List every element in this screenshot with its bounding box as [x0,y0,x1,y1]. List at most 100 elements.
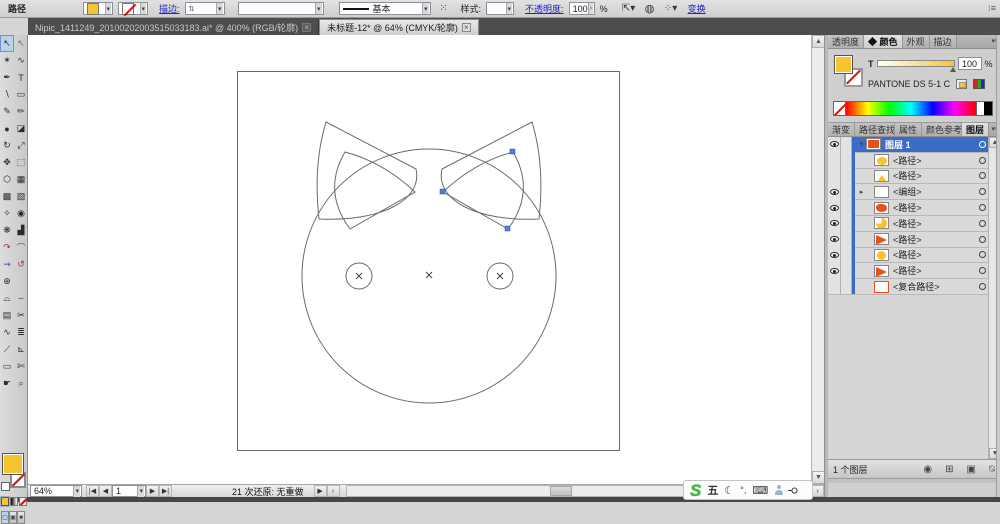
layer-name[interactable]: <路径> [893,154,922,167]
dock-group2-tab-1[interactable]: 渐变 [828,123,856,136]
fill-color-combo[interactable]: ▾ [83,2,114,15]
arc-tool[interactable]: ⌓ [0,290,14,307]
default-fill-stroke-icon[interactable] [1,482,10,491]
width-tool[interactable]: ✥ [0,154,14,171]
ime-keyboard-icon[interactable]: ⌨ [752,484,768,497]
opacity-value-box[interactable]: 100 › [568,2,595,15]
layer-row-4[interactable]: ▸ <编组> [828,183,1000,201]
target-circle-icon[interactable] [979,156,986,164]
layer-thumbnail[interactable] [874,233,889,246]
stroke-link[interactable]: 描边: [159,2,180,15]
perspective-selection-tool[interactable]: ⊕ [0,273,14,290]
target-circle-icon[interactable] [979,219,986,227]
lock-toggle[interactable] [841,137,852,153]
color-spectrum-bar[interactable] [833,101,993,116]
selected-anchor-points[interactable] [439,148,516,232]
grid-tool[interactable]: ▤ [0,307,14,324]
slice-select-tool[interactable]: ⇝ [0,256,14,273]
lock-toggle[interactable] [841,152,852,169]
visibility-toggle[interactable] [828,137,841,153]
visibility-toggle[interactable] [828,231,841,248]
zoom-tool[interactable]: ⌕ [14,375,28,392]
layer-row-9[interactable]: <路径> [828,262,1000,280]
slice-tool[interactable]: ⌒ [14,239,28,256]
eyedropper-tool[interactable]: ✧ [0,205,14,222]
layer-name[interactable]: <路径> [893,248,922,261]
spectrum-hue-ramp[interactable] [846,102,976,115]
lock-toggle[interactable] [841,278,852,295]
ime-halfmoon-icon[interactable]: ☾ [724,484,734,497]
previous-artboard-button[interactable]: ◀ [99,485,112,497]
mesh-tool[interactable]: ▩ [0,188,14,205]
direct-selection-tool[interactable]: ↖ [14,35,28,52]
type-tool[interactable]: T [14,69,28,86]
ime-mode-label[interactable]: 五 [707,482,718,498]
ruler-tool[interactable]: ⊾ [14,341,28,358]
fill-swatch[interactable] [2,453,24,475]
dock-group2-tab-4[interactable]: 颜色参考 [922,123,963,136]
free-transform-tool[interactable]: ⬚ [14,154,28,171]
stroke-color-swatch[interactable] [122,2,135,15]
brush-definition-combo[interactable]: 基本 ▾ [338,2,431,15]
isolate-selection-icon[interactable]: ⇱▾ [621,2,637,16]
artboard-tool-2[interactable]: ▭ [0,358,14,375]
spectrum-white-swatch[interactable] [976,102,984,115]
layer-name[interactable]: <路径> [893,201,922,214]
layer-row-8[interactable]: <路径> [828,247,1000,264]
stroke-weight-combo[interactable]: ⇅ ▾ [184,2,225,15]
tint-slider-handle[interactable] [949,67,956,72]
panel-fill-swatch[interactable] [834,55,853,74]
lasso-tool[interactable]: ∿ [14,52,28,69]
spectrum-none-swatch[interactable] [834,102,846,115]
visibility-toggle[interactable] [828,247,841,263]
visibility-toggle[interactable] [828,183,841,200]
layer-thumbnail[interactable] [866,138,881,151]
dock-group2-tab-5[interactable]: 图层 [962,123,990,136]
dock-group2-tab-3[interactable]: 属性 [895,123,923,136]
first-artboard-button[interactable]: |◀ [86,485,99,497]
ime-settings-wrench-icon[interactable]: ⚲ [787,486,800,494]
cat-right-ear-outer[interactable] [440,121,542,220]
horizontal-scrollbar-thumb[interactable] [550,486,573,496]
symbol-sprayer-tool[interactable]: ❋ [0,222,14,239]
target-circle-icon[interactable] [979,188,986,196]
layer-name[interactable]: <路径> [893,233,922,246]
opacity-link[interactable]: 不透明度: [525,2,564,15]
hand-tool[interactable]: ☛ [0,375,14,392]
target-circle-icon[interactable] [979,283,986,291]
layer-thumbnail[interactable] [874,264,889,277]
visibility-toggle[interactable] [828,199,841,216]
layer-row-6[interactable]: <路径> [828,215,1000,232]
lock-toggle[interactable] [841,199,852,216]
dock-group1-tab-1[interactable]: 透明度 [828,35,865,48]
layer-name[interactable]: <复合路径> [893,280,940,293]
document-tab-2[interactable]: 未标题-12* @ 64% (CMYK/轮廓) × [319,19,479,35]
color-mode-icon[interactable] [973,79,986,89]
layer-name[interactable]: <路径> [893,217,922,230]
hand-rotate-tool[interactable]: ↺ [14,256,28,273]
full-screen-menu-mode-button[interactable]: ▣ [9,511,17,524]
artboard-number-combo[interactable]: 1 ▾ [112,485,146,497]
ime-account-icon[interactable] [774,485,783,495]
cat-left-ear-outer[interactable] [316,121,418,220]
drawing-mode-icon[interactable]: ⁙ [436,2,452,16]
sogou-logo-icon[interactable]: S [690,482,701,499]
blend-tool[interactable]: ◉ [14,205,28,222]
tint-slider[interactable] [876,60,956,72]
flare-tool[interactable]: ≣ [14,324,28,341]
lock-toggle[interactable] [841,231,852,248]
warp-tool[interactable]: ∿ [0,324,14,341]
ime-punctuation-icon[interactable]: °, [740,485,746,495]
layer-thumbnail[interactable] [874,280,889,293]
visibility-toggle[interactable] [828,152,841,169]
layer-row-5[interactable]: <路径> [828,199,1000,216]
layer-thumbnail[interactable] [874,154,889,167]
status-menu-button[interactable]: ▶ [313,485,327,497]
delete-layer-icon[interactable]: ⍉ [989,464,995,475]
lock-toggle[interactable] [841,247,852,263]
out-of-gamut-icon[interactable] [956,79,968,89]
layer-row-3[interactable]: <路径> [828,168,1000,185]
layer-thumbnail[interactable] [874,217,889,230]
tint-value-box[interactable]: 100 [957,57,982,70]
knife-tool[interactable]: ✄ [14,358,28,375]
